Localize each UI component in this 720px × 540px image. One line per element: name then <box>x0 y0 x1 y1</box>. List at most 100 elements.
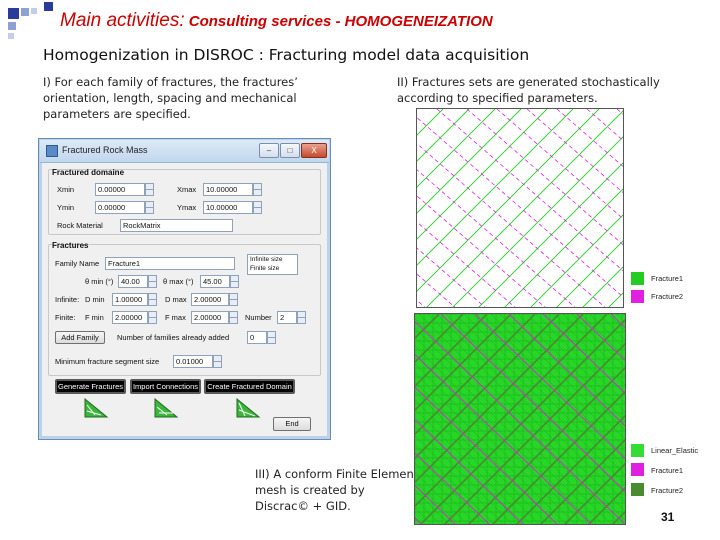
fracture-trace <box>616 109 623 115</box>
close-button[interactable]: X <box>301 143 327 158</box>
step-2-text: II) Fractures sets are generated stochas… <box>397 75 660 105</box>
import-connections-icon[interactable] <box>153 397 179 419</box>
infinite-size-radio[interactable]: Infinite size <box>250 256 283 263</box>
dmax-spinner[interactable] <box>229 293 238 306</box>
fmin-field[interactable]: 2.00000 <box>112 311 148 324</box>
fracture-trace <box>417 109 470 162</box>
xmin-field[interactable]: 0.00000 <box>95 183 145 196</box>
mesh-edge <box>415 314 608 508</box>
rock-material-field[interactable]: RockMatrix <box>120 219 233 232</box>
dmin-spinner[interactable] <box>148 293 157 306</box>
mesh-edge <box>499 314 625 440</box>
number-label: Number <box>245 313 272 322</box>
dmax-label: D max <box>165 295 187 304</box>
mesh-edge <box>415 517 422 524</box>
legend-label-linear-elastic: Linear_Elastic <box>651 446 699 455</box>
legend-swatch-fracture2-bottom <box>631 483 644 496</box>
fmax-label: F max <box>165 313 186 322</box>
fracture-trace <box>504 188 623 307</box>
page-number: 31 <box>661 510 675 524</box>
mesh-lines <box>415 314 625 524</box>
fracture-trace <box>526 109 623 194</box>
domain-group-label: Fractured domaine <box>52 168 125 177</box>
fmax-spinner[interactable] <box>229 311 238 324</box>
fracture-trace <box>586 109 623 141</box>
fracture-trace <box>417 143 606 307</box>
fmin-label: F min <box>85 313 104 322</box>
minimize-button[interactable]: – <box>259 143 279 158</box>
legend-swatch-fracture1-top <box>631 272 644 285</box>
dialog-body: Fractured domaine Xmin 0.00000 Xmax 10.0… <box>45 165 324 433</box>
dialog-title: Fractured Rock Mass <box>62 145 148 155</box>
ymax-spinner[interactable] <box>253 201 262 214</box>
page-title: Main activities: Consulting services - H… <box>60 10 493 32</box>
fmin-spinner[interactable] <box>148 311 157 324</box>
number-spinner[interactable] <box>297 311 306 324</box>
fracture-trace <box>417 273 456 307</box>
fracture-trace <box>452 136 623 307</box>
ymin-spinner[interactable] <box>145 201 154 214</box>
legend-label-fracture1-bottom: Fracture1 <box>651 466 684 475</box>
create-fractured-domain-icon[interactable] <box>235 397 261 419</box>
slide-subtitle: Homogenization in DISROC : Fracturing mo… <box>43 46 530 64</box>
legend-label-fracture2-top: Fracture2 <box>651 292 684 301</box>
fracture-lines <box>417 109 623 307</box>
theta-min-field[interactable]: 40.00 <box>118 275 148 288</box>
fracture-trace <box>582 266 623 307</box>
legend-swatch-fracture1-bottom <box>631 463 644 476</box>
min-segment-field[interactable]: 0.01000 <box>173 355 213 368</box>
mesh-edge <box>415 318 621 524</box>
step-1-text: I) For each family of fractures, the fra… <box>43 75 298 121</box>
fmax-field[interactable]: 2.00000 <box>191 311 229 324</box>
family-name-label: Family Name <box>55 259 100 268</box>
title-rest: Consulting services - HOMOGENEIZATION <box>184 13 493 30</box>
fractured-rock-mass-dialog: Fractured Rock Mass – □ X Fractured doma… <box>38 138 331 440</box>
ymin-field[interactable]: 0.00000 <box>95 201 145 214</box>
add-family-button[interactable]: Add Family <box>55 331 105 344</box>
ymin-label: Ymin <box>57 203 75 212</box>
theta-min-spinner[interactable] <box>148 275 157 288</box>
step-3-text: III) A conform Finite Element mesh is cr… <box>255 467 419 513</box>
ymax-label: Ymax <box>177 203 197 212</box>
end-button[interactable]: End <box>273 417 311 431</box>
family-name-field[interactable]: Fracture1 <box>105 257 235 270</box>
fracture-trace <box>417 109 522 214</box>
theta-min-label: θ min (°) <box>85 277 114 286</box>
theta-max-field[interactable]: 45.00 <box>200 275 230 288</box>
legend-label-fracture2-bottom: Fracture2 <box>651 486 684 495</box>
number-field[interactable]: 2 <box>277 311 297 324</box>
xmax-spinner[interactable] <box>253 183 262 196</box>
fracture-trace <box>496 109 623 220</box>
xmax-field[interactable]: 10.00000 <box>203 183 253 196</box>
xmin-spinner[interactable] <box>145 183 154 196</box>
import-connections-button[interactable]: Import Connections <box>130 379 201 394</box>
legend-swatch-linear-elastic <box>631 444 644 457</box>
families-count-spinner[interactable] <box>267 331 276 344</box>
dialog-titlebar[interactable]: Fractured Rock Mass – □ X <box>40 140 329 163</box>
generate-fractures-button[interactable]: Generate Fractures <box>55 379 126 394</box>
app-icon <box>46 145 58 157</box>
dmin-field[interactable]: 1.00000 <box>112 293 148 306</box>
create-fractured-domain-button[interactable]: Create Fractured Domain <box>204 379 295 394</box>
finite-label: Finite: <box>55 313 76 322</box>
families-count-field[interactable]: 0 <box>247 331 267 344</box>
infinite-label: Infinite: <box>55 295 80 304</box>
fracture-trace <box>556 109 623 167</box>
theta-max-label: θ max (°) <box>163 277 194 286</box>
fracture-trace <box>426 110 623 307</box>
generate-fractures-icon[interactable] <box>83 397 109 419</box>
maximize-button[interactable]: □ <box>280 143 300 158</box>
finite-element-mesh-image <box>414 313 626 525</box>
min-segment-label: Minimum fracture segment size <box>55 357 160 366</box>
legend-label-fracture1-top: Fracture1 <box>651 274 684 283</box>
dmax-field[interactable]: 2.00000 <box>191 293 229 306</box>
theta-max-spinner[interactable] <box>230 275 239 288</box>
fracture-trace <box>417 247 486 307</box>
min-segment-spinner[interactable] <box>213 355 222 368</box>
fracture-trace <box>556 240 623 307</box>
families-count-label: Number of families already added <box>117 333 230 342</box>
mesh-edge <box>415 321 625 524</box>
ymax-field[interactable]: 10.00000 <box>203 201 253 214</box>
legend-swatch-fracture2-top <box>631 290 644 303</box>
finite-size-radio[interactable]: Finite size <box>250 265 279 272</box>
